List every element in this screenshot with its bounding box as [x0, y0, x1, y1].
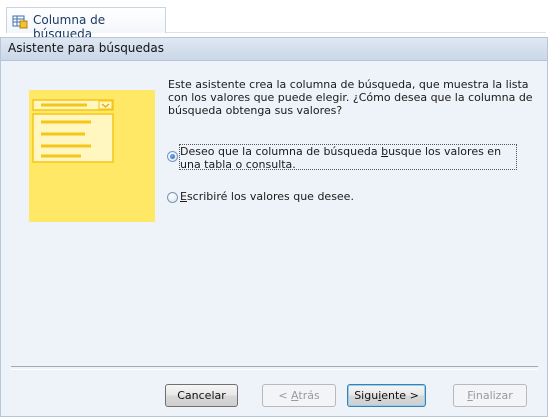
finish-button[interactable]: Finalizar — [453, 384, 527, 407]
lookup-wizard-dialog: Asistente para búsquedas Este asistente … — [0, 37, 548, 417]
option-lookup-table[interactable]: Deseo que la columna de búsqueda busque … — [164, 142, 524, 172]
wizard-description: Este asistente crea la columna de búsque… — [168, 78, 533, 117]
option-type-values[interactable]: Escribiré los valores que desee. — [164, 188, 464, 206]
option-lookup-table-label: Deseo que la columna de búsqueda busque … — [180, 145, 502, 171]
document-tab-strip: Columna de búsqueda — [0, 0, 554, 41]
cancel-button[interactable]: Cancelar — [165, 384, 238, 407]
dialog-title: Asistente para búsquedas — [8, 41, 165, 55]
table-lookup-icon — [12, 13, 28, 29]
radio-type-values[interactable] — [167, 192, 178, 203]
lookup-list-illustration — [25, 86, 159, 226]
button-separator — [11, 366, 538, 370]
radio-selected-dot — [170, 154, 175, 159]
tab-strip-line — [166, 32, 546, 33]
radio-lookup-table[interactable] — [167, 151, 178, 162]
next-button[interactable]: Siguiente > — [347, 384, 426, 407]
option-type-values-label: Escribiré los valores que desee. — [180, 190, 354, 203]
back-button[interactable]: < Atrás — [262, 384, 336, 407]
dialog-title-bar: Asistente para búsquedas — [1, 38, 547, 61]
document-tab[interactable]: Columna de búsqueda — [6, 7, 166, 41]
